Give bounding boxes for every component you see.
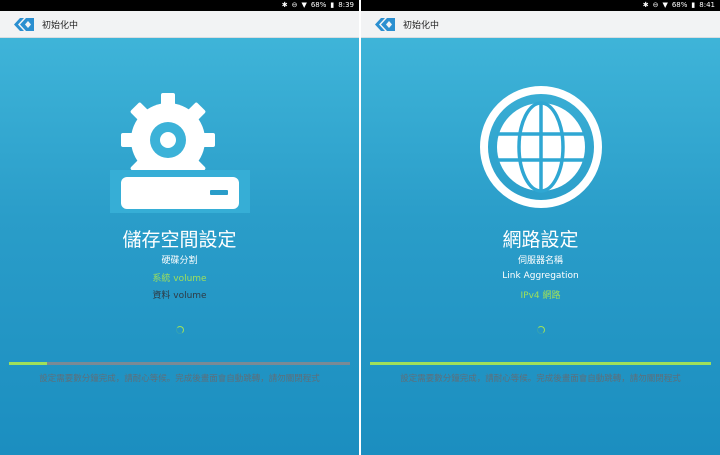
globe-icon bbox=[479, 86, 602, 208]
dnd-icon: ⊖ bbox=[291, 1, 298, 9]
loading-spinner-icon bbox=[536, 326, 545, 334]
step-disk-partition: 硬碟分割 bbox=[161, 256, 198, 266]
step-server-name: 伺服器名稱 bbox=[517, 256, 563, 266]
gear-drive-icon bbox=[109, 93, 250, 213]
setup-panel-network: ✱ ⊖ ▼ 68% ▮ 8:41 初始化中 網路設定 伺服器名稱 Link Ag… bbox=[361, 0, 720, 455]
bluetooth-icon: ✱ bbox=[642, 1, 649, 9]
progress-bar bbox=[370, 362, 711, 365]
wait-hint: 設定需要數分鐘完成，請耐心等候。完成後畫面會自動跳轉，請勿關閉程式 bbox=[400, 374, 681, 384]
app-logo-icon bbox=[14, 17, 34, 31]
battery-icon: ▮ bbox=[691, 1, 696, 9]
setup-panel-storage: ✱ ⊖ ▼ 68% ▮ 8:39 初始化中 儲存空間設定 硬碟分割 系統 vol… bbox=[0, 0, 359, 455]
status-bar: ✱ ⊖ ▼ 68% ▮ 8:41 bbox=[361, 0, 720, 11]
app-bar: 初始化中 bbox=[361, 11, 720, 38]
wifi-icon: ▼ bbox=[662, 1, 668, 9]
wait-hint: 設定需要數分鐘完成，請耐心等候。完成後畫面會自動跳轉，請勿關閉程式 bbox=[39, 374, 320, 384]
status-bar: ✱ ⊖ ▼ 68% ▮ 8:39 bbox=[0, 0, 359, 11]
battery-percent: 68% bbox=[310, 1, 327, 9]
hero-icon-area bbox=[0, 88, 359, 218]
clock: 8:41 bbox=[699, 1, 715, 9]
loading-spinner-icon bbox=[175, 326, 184, 334]
step-system-volume: 系統 volume bbox=[152, 274, 207, 284]
progress-fill bbox=[370, 362, 711, 365]
app-title: 初始化中 bbox=[403, 20, 440, 31]
dnd-icon: ⊖ bbox=[652, 1, 659, 9]
section-heading: 網路設定 bbox=[502, 229, 579, 251]
step-link-aggregation: Link Aggregation bbox=[502, 271, 579, 281]
wifi-icon: ▼ bbox=[301, 1, 307, 9]
section-heading: 儲存空間設定 bbox=[122, 229, 237, 251]
app-bar: 初始化中 bbox=[0, 11, 359, 38]
hero-icon-area bbox=[361, 86, 720, 218]
progress-fill bbox=[9, 362, 47, 365]
bluetooth-icon: ✱ bbox=[281, 1, 288, 9]
step-ipv4-network: IPv4 網路 bbox=[520, 291, 561, 301]
app-title: 初始化中 bbox=[42, 20, 79, 31]
battery-percent: 68% bbox=[671, 1, 688, 9]
clock: 8:39 bbox=[338, 1, 354, 9]
app-logo-icon bbox=[375, 17, 395, 31]
step-data-volume: 資料 volume bbox=[152, 291, 207, 301]
progress-bar bbox=[9, 362, 350, 365]
battery-icon: ▮ bbox=[330, 1, 335, 9]
